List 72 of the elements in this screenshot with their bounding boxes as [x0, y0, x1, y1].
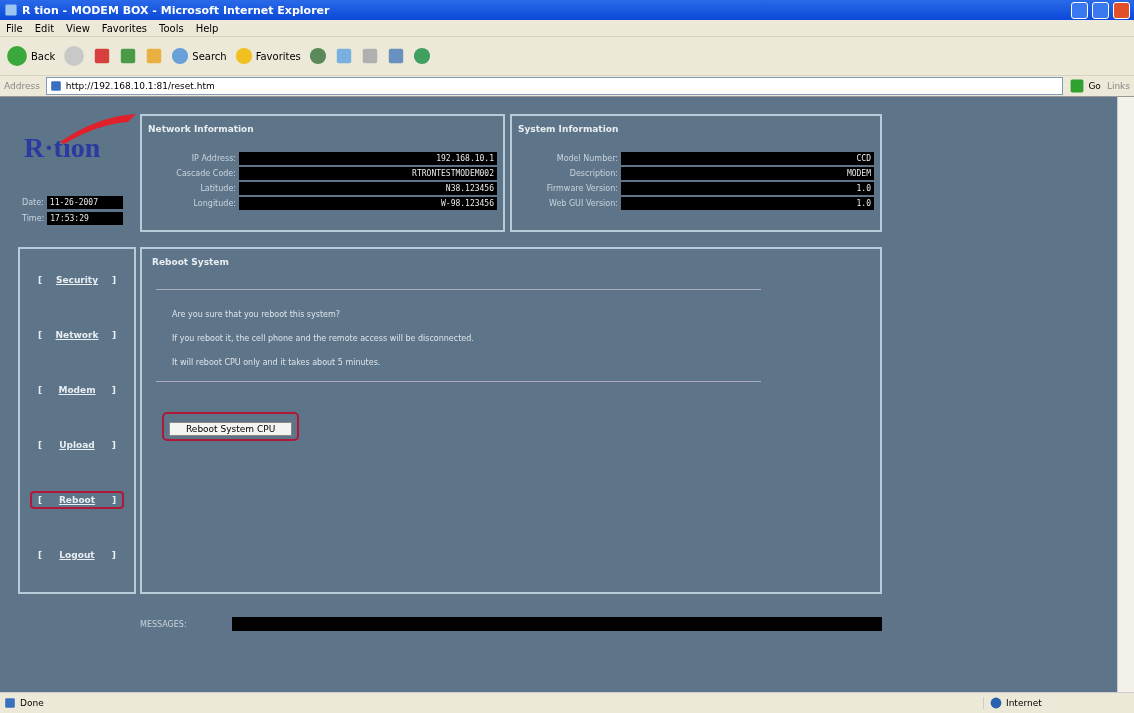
- nav-label: Modem: [58, 385, 96, 396]
- scrollbar[interactable]: [1117, 97, 1134, 692]
- messages-label: MESSAGES:: [140, 619, 188, 629]
- menu-item[interactable]: Help: [195, 22, 219, 34]
- field-label: Latitude:: [199, 184, 236, 193]
- nav-link[interactable]: [ Security ]: [30, 271, 124, 290]
- nav-link[interactable]: [ Reboot ]: [30, 490, 124, 509]
- status-text: Done: [20, 698, 45, 708]
- field-value: 192.168.10.1: [239, 152, 497, 165]
- search-button[interactable]: Search: [171, 47, 227, 65]
- panel-title: Reboot System: [152, 257, 230, 267]
- bracket: ]: [111, 494, 116, 505]
- logo-text: R·tion: [24, 132, 101, 164]
- field-label: Description:: [568, 169, 618, 178]
- bracket: ]: [111, 275, 116, 286]
- message-text: Are you sure that you reboot this system?: [172, 310, 342, 319]
- window-title: R tion - MODEM BOX - Microsoft Internet Explorer: [22, 3, 331, 17]
- maximize-button[interactable]: [1092, 1, 1109, 19]
- bracket: [: [38, 494, 43, 505]
- minimize-button[interactable]: [1071, 1, 1088, 19]
- field-label: Model Number:: [555, 154, 618, 163]
- field-label: Web GUI Version:: [547, 199, 618, 208]
- back-button[interactable]: Back: [6, 45, 56, 67]
- field-label: Longitude:: [192, 199, 236, 208]
- nav-link[interactable]: [ Network ]: [30, 326, 124, 345]
- nav-link[interactable]: [ Upload ]: [30, 435, 124, 454]
- clock-value: 11-26-2007: [46, 196, 123, 209]
- nav-label: Network: [55, 330, 99, 341]
- panel-title: Network Information: [148, 124, 255, 134]
- menu-item[interactable]: View: [66, 22, 90, 34]
- clock-label: Time:: [22, 214, 45, 223]
- menu-item[interactable]: Edit: [34, 22, 55, 34]
- field-value: 1.0: [621, 182, 874, 195]
- field-value: RTRONTESTMODEM002: [239, 167, 497, 180]
- bracket: [: [38, 549, 43, 560]
- reboot-button[interactable]: Reboot System CPU: [169, 422, 293, 436]
- message-text: If you reboot it, the cell phone and the remote access will be disconnected.: [172, 334, 475, 343]
- nav-link[interactable]: [ Logout ]: [30, 545, 124, 564]
- field-value: W-98.123456: [239, 197, 497, 210]
- favorites-button[interactable]: Favorites: [234, 47, 301, 65]
- close-button[interactable]: [1113, 1, 1130, 19]
- menu-item[interactable]: File: [6, 22, 23, 34]
- zone-label: Internet: [1006, 698, 1042, 708]
- field-label: Cascade Code:: [175, 169, 236, 178]
- nav-link[interactable]: [ Modem ]: [30, 381, 124, 400]
- field-label: Firmware Version:: [545, 184, 618, 193]
- bracket: [: [38, 330, 43, 341]
- bracket: [: [38, 385, 43, 396]
- go-button[interactable]: Go: [1069, 78, 1101, 94]
- bracket: ]: [111, 385, 116, 396]
- menu-item[interactable]: Favorites: [101, 22, 147, 34]
- bracket: ]: [111, 439, 116, 450]
- clock-label: Date:: [22, 198, 44, 207]
- field-label: IP Address:: [190, 154, 236, 163]
- nav-label: Reboot: [58, 494, 96, 505]
- message-text: It will reboot CPU only and it takes about 5 minutes.: [172, 358, 382, 367]
- address-label: Address: [4, 81, 40, 91]
- field-value: MODEM: [621, 167, 874, 180]
- field-value: 1.0: [621, 197, 874, 210]
- nav-label: Upload: [59, 439, 95, 450]
- menu-item[interactable]: Tools: [159, 22, 184, 34]
- bracket: ]: [111, 330, 116, 341]
- address-field[interactable]: http://192.168.10.1:81/reset.htm: [45, 77, 1064, 95]
- panel-title: System Information: [518, 124, 620, 134]
- bracket: ]: [111, 549, 116, 560]
- clock-value: 17:53:29: [47, 212, 124, 225]
- field-value: N38.123456: [239, 182, 497, 195]
- bracket: [: [38, 275, 43, 286]
- field-value: CCD: [621, 152, 874, 165]
- nav-label: Security: [56, 275, 98, 286]
- nav-label: Logout: [59, 549, 95, 560]
- bracket: [: [38, 439, 43, 450]
